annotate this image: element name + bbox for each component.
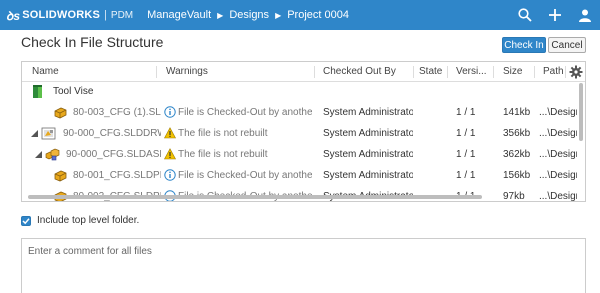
part-icon	[54, 107, 67, 119]
check-in-button[interactable]: Check In	[502, 37, 546, 53]
plus-icon	[549, 9, 561, 21]
column-divider	[156, 66, 157, 78]
row-size: 362kb	[503, 149, 531, 160]
column-divider	[447, 66, 448, 78]
drawing-icon	[41, 127, 56, 140]
brand-divider: |	[104, 9, 107, 21]
column-header-state[interactable]: State	[419, 62, 447, 82]
row-checked-out-by: System Administrator	[323, 149, 413, 160]
brand-product: PDM	[110, 9, 134, 21]
comment-input[interactable]	[21, 238, 586, 293]
table-row[interactable]: Tool Vise	[22, 81, 582, 102]
cancel-button[interactable]: Cancel	[548, 37, 586, 53]
row-warning: The file is not rebuilt	[178, 149, 268, 160]
collapse-triangle-icon[interactable]	[31, 130, 38, 137]
row-version: 1 / 1	[456, 149, 476, 160]
column-divider	[534, 66, 535, 78]
warning-icon	[164, 127, 176, 139]
row-checked-out-by: System Administrator	[323, 107, 413, 118]
row-version: 1 / 1	[456, 128, 476, 139]
row-path: ...\Design	[539, 128, 577, 139]
table-row[interactable]: 80-001_CFG.SLDPRT File is Checked-Out by…	[22, 165, 582, 186]
include-top-level-checkbox[interactable]	[21, 215, 31, 226]
brand-name: SOLIDWORKS	[22, 9, 101, 21]
warning-icon	[164, 148, 176, 160]
breadcrumb-item-project[interactable]: Project 0004	[287, 9, 349, 21]
breadcrumb-item-designs[interactable]: Designs	[229, 9, 269, 21]
row-warning: The file is not rebuilt	[178, 128, 268, 139]
user-menu-button[interactable]	[570, 0, 600, 30]
column-divider	[565, 66, 566, 78]
column-header-warnings[interactable]: Warnings	[166, 62, 316, 82]
add-button[interactable]	[540, 0, 570, 30]
horizontal-scroll-thumb[interactable]	[28, 195, 482, 199]
gear-icon[interactable]	[569, 65, 583, 79]
row-size: 356kb	[503, 128, 531, 139]
table-row[interactable]: 90-000_CFG.SLDDRW The file is not rebuil…	[22, 123, 582, 144]
column-divider	[413, 66, 414, 78]
user-icon	[579, 9, 591, 22]
brand: ꝺs SOLIDWORKS | PDM	[6, 0, 133, 30]
folder-icon	[33, 85, 42, 98]
breadcrumb: ManageVault ▶ Designs ▶ Project 0004	[147, 9, 349, 21]
chevron-right-icon: ▶	[217, 10, 224, 20]
column-header-size[interactable]: Size	[503, 62, 533, 82]
ds-logo-icon: ꝺs	[6, 8, 21, 23]
row-size: 141kb	[503, 107, 531, 118]
column-header-version[interactable]: Versi...	[456, 62, 492, 82]
row-path: ...\Design	[539, 107, 577, 118]
row-warning: File is Checked-Out by another us...	[178, 107, 312, 118]
info-icon	[164, 106, 176, 118]
row-size: 156kb	[503, 170, 531, 181]
table-row[interactable]: 90-000_CFG.SLDASM The file is not rebuil…	[22, 144, 582, 165]
column-header-checked-out-by[interactable]: Checked Out By	[323, 62, 413, 82]
breadcrumb-item-managevault[interactable]: ManageVault	[147, 9, 211, 21]
solidworks-logo: ꝺs SOLIDWORKS	[6, 7, 100, 24]
collapse-triangle-icon[interactable]	[35, 151, 42, 158]
column-divider	[493, 66, 494, 78]
vertical-scrollbar[interactable]	[578, 83, 584, 183]
checkmark-icon	[22, 217, 30, 224]
part-icon	[54, 170, 67, 182]
chevron-right-icon: ▶	[275, 10, 282, 20]
horizontal-scrollbar[interactable]	[26, 194, 576, 200]
assembly-icon	[45, 148, 60, 161]
column-header-path[interactable]: Path	[543, 62, 565, 82]
row-warning: File is Checked-Out by another us...	[178, 170, 312, 181]
row-checked-out-by: System Administrator	[323, 128, 413, 139]
row-path: ...\Design	[539, 170, 577, 181]
row-name: 90-000_CFG.SLDDRW	[63, 128, 161, 139]
top-bar: ꝺs SOLIDWORKS | PDM ManageVault ▶ Design…	[0, 0, 600, 30]
row-path: ...\Design	[539, 149, 577, 160]
row-checked-out-by: System Administrator	[323, 170, 413, 181]
row-name: Tool Vise	[53, 86, 94, 97]
search-button[interactable]	[510, 0, 540, 30]
row-name: 80-003_CFG (1).SLDPRT	[73, 107, 161, 118]
info-icon	[164, 169, 176, 181]
search-icon	[518, 8, 532, 22]
table-header: Name Warnings Checked Out By State Versi…	[22, 62, 585, 82]
row-version: 1 / 1	[456, 170, 476, 181]
row-name: 80-001_CFG.SLDPRT	[73, 170, 161, 181]
include-top-level-label: Include top level folder.	[37, 215, 140, 226]
table-row[interactable]: 80-003_CFG (1).SLDPRT File is Checked-Ou…	[22, 102, 582, 123]
file-structure-table: Name Warnings Checked Out By State Versi…	[21, 61, 586, 202]
top-actions	[510, 0, 600, 30]
row-name: 90-000_CFG.SLDASM	[66, 149, 161, 160]
vertical-scroll-thumb[interactable]	[579, 83, 583, 141]
include-top-level-option[interactable]: Include top level folder.	[21, 215, 139, 226]
column-header-name[interactable]: Name	[32, 62, 152, 82]
column-divider	[314, 66, 315, 78]
page-title: Check In File Structure	[21, 34, 164, 50]
row-version: 1 / 1	[456, 107, 476, 118]
